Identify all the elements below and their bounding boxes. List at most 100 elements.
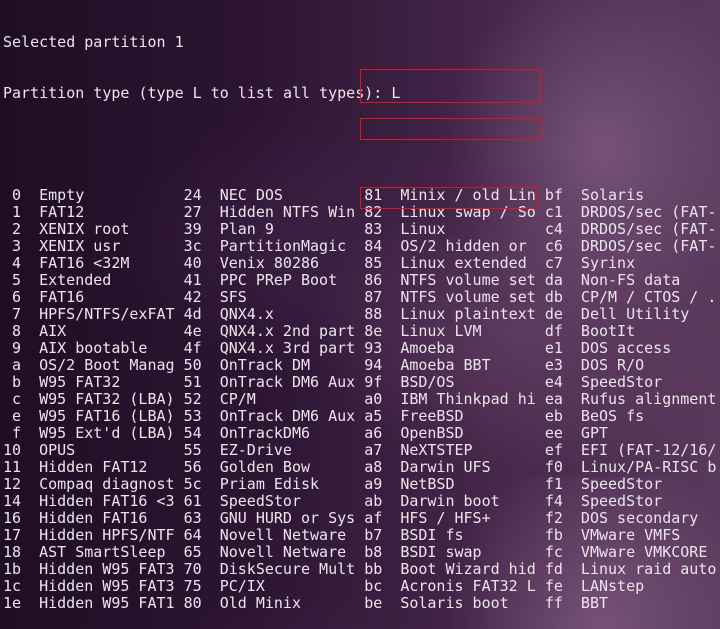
partition-type-code: a	[12, 356, 22, 374]
partition-type-name: QNX4.x	[219, 306, 274, 323]
partition-type-code: 9f	[364, 373, 383, 391]
partition-type-code: 41	[183, 271, 202, 289]
partition-type-entry: 3 XENIX usr	[3, 238, 184, 255]
partition-type-code: a9	[364, 475, 383, 493]
partition-type-entry: f1 SpeedStor	[545, 476, 720, 493]
partition-type-name: Hidden HPFS/NTF	[39, 527, 175, 544]
partition-type-code: 87	[364, 288, 383, 306]
partition-type-entry: 27 Hidden NTFS Win	[184, 204, 365, 221]
table-row: e W95 FAT16 (LBA) 53 OnTrack DM6 Aux a5 FreeB…	[3, 408, 720, 425]
partition-type-code: 4e	[183, 322, 202, 340]
partition-type-name: SpeedStor	[580, 476, 663, 493]
partition-type-name: SFS	[219, 289, 247, 306]
partition-type-name: Hidden W95 FAT3	[39, 578, 175, 595]
partition-type-name: NetBSD	[400, 476, 455, 493]
partition-type-entry: a0 IBM Thinkpad hi	[364, 391, 545, 408]
partition-type-name: NTFS volume set	[400, 272, 536, 289]
partition-type-code: 0	[12, 186, 22, 204]
partition-type-code: 86	[364, 271, 383, 289]
table-row: f W95 Ext'd (LBA) 54 OnTrackDM6 a6 OpenBSD ee G…	[3, 425, 720, 442]
partition-type-entry: 70 DiskSecure Mult	[184, 561, 365, 578]
partition-type-name: Hidden W95 FAT1	[39, 595, 175, 612]
partition-type-name: Extended	[39, 272, 112, 289]
partition-type-code: 65	[183, 543, 202, 561]
partition-type-name: W95 FAT32 (LBA)	[39, 391, 175, 408]
highlight-box-linux-extended	[360, 118, 541, 140]
partition-type-entry: 88 Linux plaintext	[364, 306, 545, 323]
partition-type-entry: bf Solaris	[545, 187, 720, 204]
partition-type-entry: bb Boot Wizard hid	[364, 561, 545, 578]
partition-type-entry: 56 Golden Bow	[184, 459, 365, 476]
partition-type-code: e	[12, 407, 22, 425]
partition-type-code: 6	[12, 288, 22, 306]
partition-type-entry: 2 XENIX root	[3, 221, 184, 238]
partition-type-code: 53	[183, 407, 202, 425]
partition-type-name: PPC PReP Boot	[219, 272, 338, 289]
partition-type-code: f	[12, 424, 22, 442]
partition-type-code: 80	[183, 594, 202, 612]
partition-type-entry: fc VMware VMKCORE	[545, 544, 720, 561]
partition-type-code: 4	[12, 254, 22, 272]
partition-type-code: c4	[544, 220, 563, 238]
partition-type-name: HPFS/NTFS/exFAT	[39, 306, 175, 323]
partition-type-name: EFI (FAT-12/16/	[580, 442, 717, 459]
partition-type-entry: 8 AIX	[3, 323, 184, 340]
partition-type-entry: 42 SFS	[184, 289, 365, 306]
partition-type-name: Rufus alignment	[580, 391, 717, 408]
partition-type-name: OnTrackDM6	[219, 425, 311, 442]
partition-type-name: DOS access	[580, 340, 672, 357]
partition-type-entry: db CP/M / CTOS / .	[545, 289, 720, 306]
partition-type-name: Darwin UFS	[400, 459, 491, 476]
partition-type-entry: 75 PC/IX	[184, 578, 365, 595]
partition-type-code: 75	[183, 577, 202, 595]
partition-type-code: a5	[364, 407, 383, 425]
partition-type-code: b7	[364, 526, 383, 544]
partition-type-entry: 52 CP/M	[184, 391, 365, 408]
partition-type-code: e4	[544, 373, 563, 391]
partition-type-code: 39	[183, 220, 202, 238]
partition-type-code: a7	[364, 441, 383, 459]
partition-type-entry: fe LANstep	[545, 578, 720, 595]
partition-type-name: Golden Bow	[219, 459, 311, 476]
partition-type-entry: 41 PPC PReP Boot	[184, 272, 365, 289]
table-row: 10 OPUS 55 EZ-Drive a7 NeXTSTEP ef EFI (FAT-12/…	[3, 442, 720, 459]
partition-type-code: 7	[12, 305, 22, 323]
partition-type-name: Linux	[400, 221, 446, 238]
partition-type-name: NeXTSTEP	[400, 442, 473, 459]
table-row: 5 Extended 41 PPC PReP Boot 86 NTFS volume se…	[3, 272, 720, 289]
partition-type-name: Linux raid auto	[580, 561, 717, 578]
partition-type-name: XENIX usr	[39, 238, 121, 255]
partition-type-entry: e W95 FAT16 (LBA)	[3, 408, 184, 425]
partition-type-name: OpenBSD	[400, 425, 464, 442]
partition-type-code: f0	[544, 458, 563, 476]
partition-type-code: 5	[12, 271, 22, 289]
partition-type-entry: c7 Syrinx	[545, 255, 720, 272]
partition-type-entry: c1 DRDOS/sec (FAT-	[545, 204, 720, 221]
partition-type-entry: 5c Priam Edisk	[184, 476, 365, 493]
partition-type-name: DRDOS/sec (FAT-	[580, 221, 717, 238]
partition-type-name: OPUS	[39, 442, 76, 459]
partition-type-entry: 50 OnTrack DM	[184, 357, 365, 374]
partition-type-name: AIX	[39, 323, 67, 340]
partition-type-entry: 51 OnTrack DM6 Aux	[184, 374, 365, 391]
partition-type-name: VMware VMFS	[580, 527, 681, 544]
partition-type-list: 0 Empty 24 NEC DOS 81 Minix / old Lin bf Solari…	[3, 187, 720, 612]
partition-type-code: 1e	[3, 594, 22, 612]
partition-type-code: ea	[544, 390, 563, 408]
partition-type-code: e1	[544, 339, 563, 357]
partition-type-code: eb	[544, 407, 563, 425]
partition-type-name: OnTrack DM	[219, 357, 311, 374]
partition-type-entry: b8 BSDI swap	[364, 544, 545, 561]
partition-type-name: CP/M / CTOS / .	[580, 289, 717, 306]
partition-type-name: Acronis FAT32 L	[400, 578, 536, 595]
partition-type-name: BBT	[580, 595, 609, 612]
partition-type-entry: 11 Hidden FAT12	[3, 459, 184, 476]
partition-type-name: SpeedStor	[580, 374, 663, 391]
partition-type-name: Hidden FAT16	[39, 510, 148, 527]
partition-type-code: a8	[364, 458, 383, 476]
partition-type-code: fe	[544, 577, 563, 595]
partition-type-name: FAT12	[39, 204, 85, 221]
partition-type-code: 84	[364, 237, 383, 255]
partition-type-code: 50	[183, 356, 202, 374]
table-row: 3 XENIX usr 3c PartitionMagic 84 OS/2 hidden …	[3, 238, 720, 255]
